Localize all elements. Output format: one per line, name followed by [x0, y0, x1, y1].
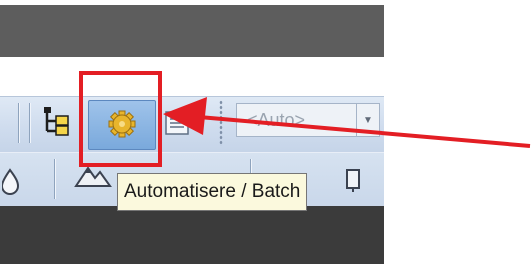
dark-panel-top: [0, 5, 384, 57]
drop-icon: [0, 168, 20, 195]
drop-button[interactable]: [0, 162, 32, 196]
auto-combo-box[interactable]: <Auto> ▼: [236, 103, 380, 137]
tooltip: Automatisere / Batch: [117, 173, 308, 211]
sheet-button[interactable]: [163, 108, 191, 138]
toolbar-separator: [18, 103, 19, 143]
toolbar-grip[interactable]: [219, 100, 223, 146]
toolbar-icon-partial[interactable]: [344, 166, 364, 194]
chevron-down-icon[interactable]: ▼: [356, 104, 379, 136]
screenshot-stage: <Auto> ▼ Automatisere / Batch: [0, 0, 532, 264]
toolbar-separator: [29, 103, 30, 143]
clipboard-icon: [346, 169, 360, 192]
tree-structure-icon: [44, 107, 69, 136]
dark-panel-bottom: [0, 206, 384, 264]
auto-combo-value: <Auto>: [247, 109, 306, 130]
sheet-icon: [165, 111, 189, 135]
tooltip-text: Automatisere / Batch: [124, 181, 301, 202]
highlight-box: [79, 71, 162, 167]
tree-structure-button[interactable]: [40, 104, 74, 138]
toolbar-separator: [54, 159, 55, 199]
